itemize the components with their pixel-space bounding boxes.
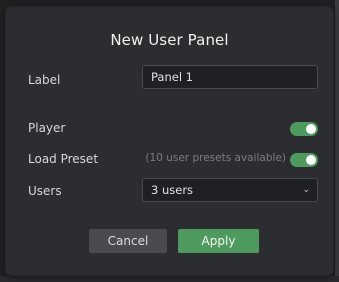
- users-select-value: 3 users: [151, 183, 194, 197]
- preset-count-hint: (10 user presets available): [145, 152, 286, 164]
- player-label: Player: [28, 121, 66, 135]
- users-select[interactable]: 3 users ⌄: [142, 178, 318, 202]
- player-toggle[interactable]: [290, 122, 318, 136]
- backdrop-edge-right: [335, 0, 339, 282]
- dialog-title: New User Panel: [110, 31, 229, 49]
- backdrop-edge-bottom: [0, 276, 339, 282]
- cancel-button[interactable]: Cancel: [89, 229, 167, 253]
- apply-button[interactable]: Apply: [178, 229, 259, 253]
- load-preset-label: Load Preset: [28, 152, 99, 166]
- label-input[interactable]: [142, 65, 318, 89]
- chevron-down-icon: ⌄: [302, 185, 310, 195]
- load-preset-toggle[interactable]: [290, 153, 318, 167]
- users-label: Users: [28, 184, 62, 198]
- label-field-label: Label: [28, 73, 61, 87]
- new-user-panel-dialog: New User Panel Label Player Load Preset …: [6, 7, 333, 275]
- load-preset-toggle-knob: [306, 155, 316, 165]
- player-toggle-knob: [306, 124, 316, 134]
